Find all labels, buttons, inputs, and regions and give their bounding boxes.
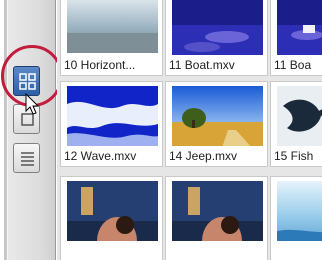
thumbnail-image-jeep — [172, 86, 263, 146]
thumbnail-image-sea — [277, 181, 322, 241]
thumbnail-image-horizon — [67, 0, 158, 53]
list-view-icon — [21, 152, 34, 166]
thumbnail-label: 11 Boa — [274, 58, 312, 72]
thumbnail-label: 11 Boat.mxv — [169, 58, 235, 72]
thumbnail-grid: 10 Horizont... 11 Boat.mxv 11 Boa 12 Wav… — [57, 0, 322, 260]
thumbnail-item[interactable] — [60, 176, 163, 260]
thumbnail-label: 12 Wave.mxv — [64, 149, 137, 163]
thumbnail-image-boat — [277, 0, 322, 55]
thumbnail-item[interactable]: 11 Boat.mxv — [165, 0, 268, 76]
view-toolbar — [0, 0, 56, 260]
thumbnail-item[interactable]: 14 Jeep.mxv — [165, 81, 268, 167]
thumbnail-label: 15 Fish — [274, 149, 314, 163]
thumbnail-item[interactable] — [270, 176, 322, 260]
mouse-cursor-icon — [25, 93, 40, 115]
thumbnail-image-wave — [67, 86, 158, 146]
thumbnail-label: 14 Jeep.mxv — [169, 149, 238, 163]
thumbnail-item[interactable]: 15 Fish — [270, 81, 322, 167]
thumbnail-image-couple — [67, 181, 158, 241]
thumbnail-image-couple — [172, 181, 263, 241]
thumbnail-item[interactable]: 10 Horizont... — [60, 0, 163, 76]
thumbnail-item[interactable]: 12 Wave.mxv — [60, 81, 163, 167]
list-view-button[interactable] — [13, 143, 40, 173]
thumbnail-image-fish — [277, 86, 322, 146]
thumbnail-item[interactable] — [165, 176, 268, 260]
thumbnail-item[interactable]: 11 Boa — [270, 0, 322, 76]
thumbnail-label: 10 Horizont... — [64, 58, 136, 72]
toolbar-handle[interactable] — [4, 0, 8, 260]
app-window: 10 Horizont... 11 Boat.mxv 11 Boa 12 Wav… — [0, 0, 322, 260]
thumbnail-image-boat — [172, 0, 263, 55]
